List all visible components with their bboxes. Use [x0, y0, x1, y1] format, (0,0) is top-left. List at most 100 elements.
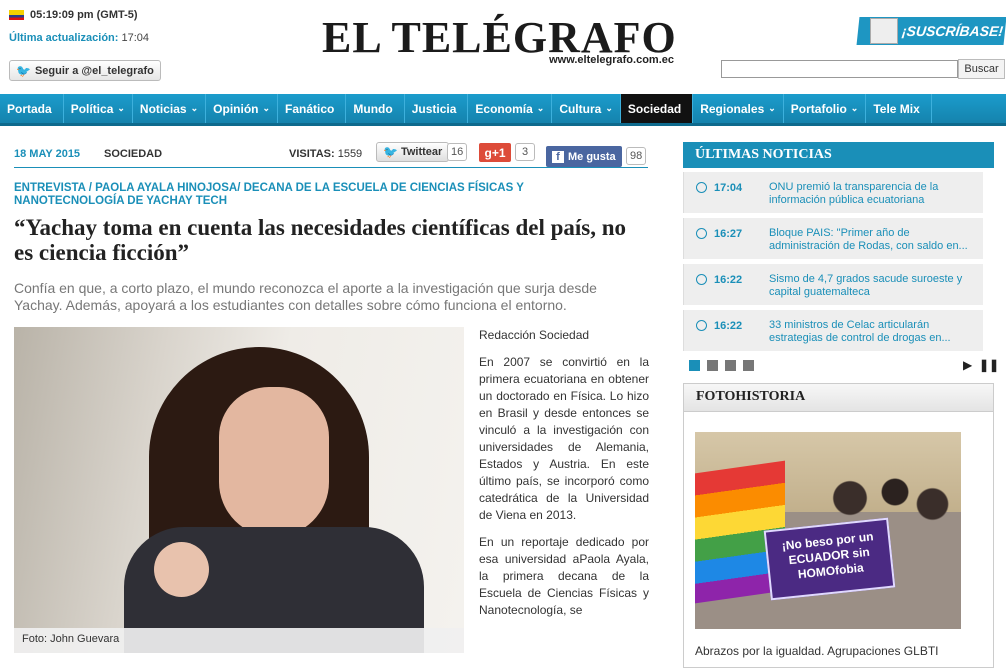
twitter-follow-button[interactable]: 🐦 Seguir a @el_telegrafo [9, 60, 161, 81]
visits-value: 1559 [337, 148, 363, 160]
chevron-down-icon: ⌄ [117, 103, 125, 113]
nav-item-regionales[interactable]: Regionales ⌄ [693, 94, 784, 123]
protest-sign: ¡No beso por un ECUADOR sin HOMOfobia [763, 517, 896, 601]
nav-label: Portafolio [790, 101, 847, 116]
article-headline: “Yachay toma en cuenta las necesidades c… [14, 215, 627, 265]
nav-item-telemix[interactable]: Tele Mix [866, 94, 932, 123]
article-lead: Confía en que, a corto plazo, el mundo r… [14, 280, 597, 313]
news-headline[interactable]: 33 ministros de Celac articularán estrat… [769, 319, 974, 345]
news-item[interactable]: 17:04 ONU premió la transparencia de la … [683, 172, 983, 213]
nav-label: Noticias [139, 101, 187, 116]
current-time: 05:19:09 pm (GMT-5) [30, 9, 138, 21]
nav-item-mundo[interactable]: Mundo [346, 94, 405, 123]
latest-news-title: ÚLTIMAS NOTICIAS [683, 142, 994, 168]
pager-dot[interactable] [743, 360, 754, 371]
pager-dot[interactable] [689, 360, 700, 371]
logo-url[interactable]: www.eltelegrafo.com.ec [549, 54, 674, 66]
nav-item-noticias[interactable]: Noticias ⌄ [133, 94, 207, 123]
clock: 05:19:09 pm (GMT-5) [9, 9, 138, 21]
news-item[interactable]: 16:22 33 ministros de Celac articularán … [683, 310, 983, 351]
twitter-follow-label: Seguir a @el_telegrafo [34, 64, 154, 77]
chevron-down-icon: ⌄ [262, 103, 271, 113]
clock-icon [696, 182, 707, 193]
subscribe-label: ¡SUSCRÍBASE! [901, 23, 1004, 39]
play-icon[interactable]: ▶ [963, 358, 972, 372]
chevron-down-icon: ⌄ [850, 103, 859, 113]
facebook-like-button[interactable]: f Me gusta [546, 146, 622, 167]
twitter-bird-icon: 🐦 [383, 145, 398, 159]
pager-dot[interactable] [707, 360, 718, 371]
nav-item-sociedad[interactable]: Sociedad [620, 94, 694, 123]
fotohistoria-box: FOTOHISTORIA ¡No beso por un ECUADOR sin… [683, 383, 994, 668]
article-photo[interactable] [14, 327, 464, 653]
nav-label: Regionales [700, 101, 765, 116]
news-time: 16:22 [714, 320, 743, 332]
nav-label: Política [70, 101, 114, 116]
news-pager [689, 360, 754, 371]
fotohistoria-title: FOTOHISTORIA [684, 384, 993, 412]
photo-subject-hand [154, 542, 209, 597]
article-date: 18 MAY 2015 [14, 148, 81, 160]
site-header: 05:19:09 pm (GMT-5) Última actualización… [0, 0, 1006, 94]
nav-label: Fanático [285, 101, 335, 116]
nav-item-politica[interactable]: Política ⌄ [64, 94, 133, 123]
ecuador-flag-icon [9, 10, 24, 20]
visit-count: VISITAS: 1559 [289, 148, 362, 160]
nav-item-fanatico[interactable]: Fanático [278, 94, 347, 123]
article-section[interactable]: SOCIEDAD [104, 148, 162, 160]
nav-label: Portada [7, 101, 52, 116]
nav-item-portada[interactable]: Portada [0, 94, 64, 123]
last-updated-value: 17:04 [121, 32, 150, 44]
nav-label: Economía [475, 101, 533, 116]
pager-dot[interactable] [725, 360, 736, 371]
search-button[interactable]: Buscar [958, 59, 1005, 79]
news-headline[interactable]: ONU premió la transparencia de la inform… [769, 181, 974, 207]
clock-icon [696, 320, 707, 331]
google-plus-button[interactable]: g+1 [479, 143, 511, 162]
newspaper-icon [870, 18, 898, 44]
search-input[interactable] [721, 60, 958, 78]
chevron-down-icon: ⌄ [605, 103, 613, 113]
fotohistoria-caption: Abrazos por la igualdad. Agrupaciones GL… [695, 644, 939, 658]
site-logo[interactable]: EL TELÉGRAFO www.eltelegrafo.com.ec [322, 8, 678, 82]
news-item[interactable]: 16:27 Bloque PAIS: "Primer año de admini… [683, 218, 983, 259]
chevron-down-icon: ⌄ [768, 103, 776, 113]
nav-item-cultura[interactable]: Cultura ⌄ [552, 94, 621, 123]
tweet-count: 16 [447, 143, 468, 161]
chevron-down-icon: ⌄ [536, 103, 545, 113]
article-paragraph: En 2007 se convirtió en la primera ecuat… [479, 355, 649, 522]
nav-label: Justicia [411, 101, 457, 116]
article-paragraph: En un reportaje dedicado por esa univers… [479, 535, 649, 617]
tweet-label: Twittear [400, 146, 443, 158]
pause-icon[interactable]: ❚❚ [979, 358, 999, 372]
like-label: Me gusta [568, 150, 616, 163]
main-nav: Portada Política ⌄ Noticias ⌄ Opinión ⌄ Fan… [0, 94, 1006, 126]
nav-item-justicia[interactable]: Justicia [405, 94, 469, 123]
article-byline: Redacción Sociedad [479, 328, 590, 342]
nav-label: Opinión [213, 101, 259, 116]
visits-label: VISITAS: [289, 148, 335, 160]
article-meta: 18 MAY 2015 SOCIEDAD VISITAS: 1559 🐦 Twit… [14, 142, 648, 168]
like-count: 98 [626, 147, 647, 165]
news-headline[interactable]: Bloque PAIS: "Primer año de administraci… [769, 227, 974, 253]
clock-icon [696, 228, 707, 239]
nav-item-opinion[interactable]: Opinión ⌄ [206, 94, 279, 123]
tweet-button[interactable]: 🐦 Twittear [376, 142, 450, 162]
news-time: 16:27 [714, 228, 743, 240]
news-item[interactable]: 16:22 Sismo de 4,7 grados sacude suroest… [683, 264, 983, 305]
nav-item-portafolio[interactable]: Portafolio ⌄ [784, 94, 867, 123]
news-time: 16:22 [714, 274, 743, 286]
photo-subject-face [219, 387, 329, 537]
photo-caption: Foto: John Guevara [14, 628, 464, 653]
news-headline[interactable]: Sismo de 4,7 grados sacude suroeste y ca… [769, 273, 974, 299]
nav-label: Sociedad [627, 101, 682, 116]
nav-label: Tele Mix [873, 101, 920, 116]
twitter-bird-icon: 🐦 [16, 63, 31, 78]
nav-item-economia[interactable]: Economía ⌄ [468, 94, 553, 123]
chevron-down-icon: ⌄ [190, 103, 199, 113]
fotohistoria-photo[interactable]: ¡No beso por un ECUADOR sin HOMOfobia [695, 432, 961, 629]
news-time: 17:04 [714, 182, 743, 194]
last-updated-label: Última actualización: [9, 32, 119, 44]
clock-icon [696, 274, 707, 285]
gplus-count: 3 [515, 143, 535, 161]
